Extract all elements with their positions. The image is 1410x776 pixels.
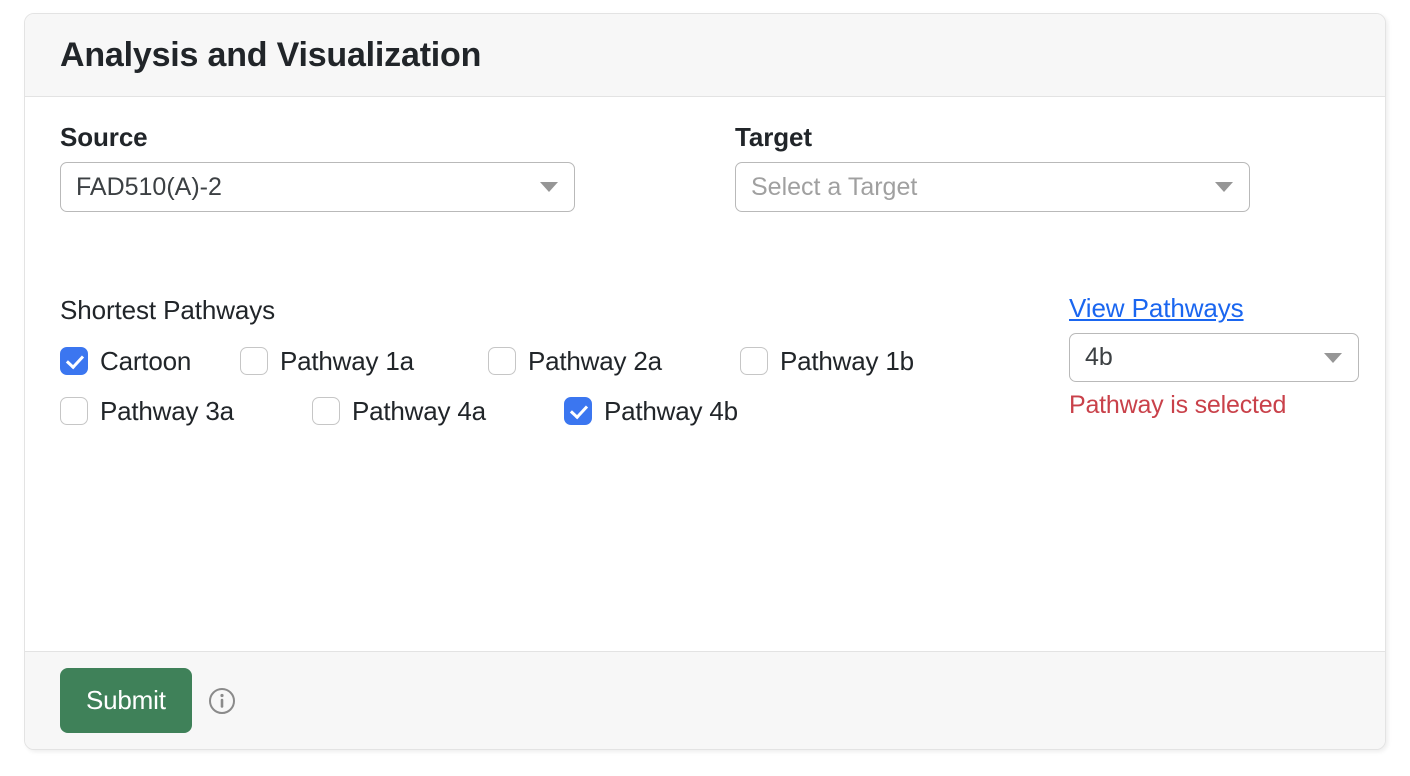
checkbox-item-pathway-2a[interactable]: Pathway 2a [488,346,740,377]
source-label: Source [60,122,148,152]
checkbox-label-pathway-4a: Pathway 4a [352,395,486,426]
info-circle-icon[interactable] [208,687,236,715]
checkbox-item-cartoon[interactable]: Cartoon [60,346,240,377]
checkbox-item-pathway-1b[interactable]: Pathway 1b [740,346,914,377]
checkbox-item-pathway-4b[interactable]: Pathway 4b [564,396,738,427]
checkbox-pathway-2a[interactable] [488,347,516,375]
checkbox-pathway-1b[interactable] [740,347,768,375]
card-footer: Submit [25,651,1385,749]
view-pathways-link[interactable]: View Pathways [1069,293,1244,324]
checkbox-pathway-4b[interactable] [564,397,592,425]
checkbox-label-pathway-1a: Pathway 1a [280,345,414,376]
analysis-visualization-card: Analysis and Visualization Source FAD510… [24,13,1386,750]
submit-button[interactable]: Submit [60,668,192,733]
checkbox-item-pathway-1a[interactable]: Pathway 1a [240,346,488,377]
checkbox-label-pathway-4b: Pathway 4b [604,395,738,426]
chevron-down-icon [540,182,558,192]
status-message: Pathway is selected [1069,391,1287,419]
checkbox-item-pathway-4a[interactable]: Pathway 4a [312,396,564,427]
checkbox-label-cartoon: Cartoon [100,345,192,376]
checkbox-label-pathway-1b: Pathway 1b [780,345,914,376]
pathway-view-select-value: 4b [1085,343,1113,371]
shortest-pathways-label: Shortest Pathways [60,295,276,325]
target-select-value: Select a Target [751,172,918,201]
checkbox-pathway-3a[interactable] [60,397,88,425]
source-select-value: FAD510(A)-2 [76,172,222,201]
selector-row: Source FAD510(A)-2 Target Select a Targe… [60,122,1350,212]
card-header: Analysis and Visualization [25,14,1385,97]
shortest-pathways-group: Shortest Pathways Cartoon Pathway 1a Pat… [60,295,1045,436]
checkbox-label-pathway-2a: Pathway 2a [528,345,662,376]
chevron-down-icon [1324,352,1342,363]
checkbox-pathway-4a[interactable] [312,397,340,425]
target-label: Target [735,122,812,152]
source-select[interactable]: FAD510(A)-2 [60,162,575,212]
target-select[interactable]: Select a Target [735,162,1250,212]
pathway-view-select[interactable]: 4b [1069,333,1359,382]
card-body: Source FAD510(A)-2 Target Select a Targe… [25,97,1385,651]
pathway-checkbox-row-1: Cartoon Pathway 1a Pathway 2a Pathway 1b [60,336,1045,386]
checkbox-cartoon[interactable] [60,347,88,375]
source-field: Source FAD510(A)-2 [60,122,575,212]
chevron-down-icon [1215,182,1233,192]
checkbox-pathway-1a[interactable] [240,347,268,375]
pathway-checkbox-row-2: Pathway 3a Pathway 4a Pathway 4b [60,386,1045,436]
checkbox-label-pathway-3a: Pathway 3a [100,395,234,426]
page-title: Analysis and Visualization [60,35,482,74]
checkbox-item-pathway-3a[interactable]: Pathway 3a [60,396,312,427]
target-field: Target Select a Target [735,122,1250,212]
view-pathways-pane: View Pathways 4b Pathway is selected [1069,293,1369,420]
